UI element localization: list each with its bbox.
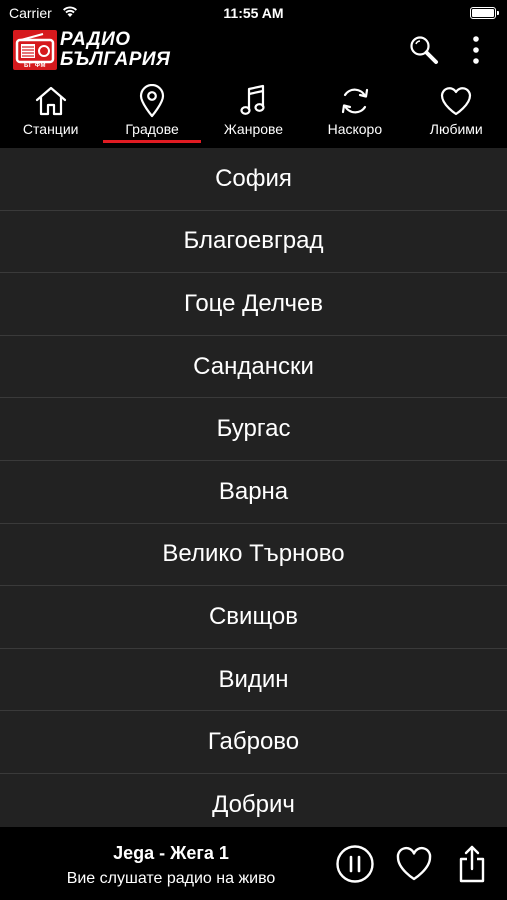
city-row-burgas[interactable]: Бургас [0,398,507,461]
city-row-gotse-delchev[interactable]: Гоце Делчев [0,273,507,336]
pause-button[interactable] [333,842,377,886]
share-icon [459,845,485,883]
tab-label: Любими [429,121,483,137]
tab-stations[interactable]: Станции [0,78,101,148]
location-pin-icon [101,84,202,118]
now-playing-subtitle: Вие слушате радио на живо [66,870,276,887]
city-row-dobrich[interactable]: Добрич [0,773,507,828]
battery-icon [470,7,499,19]
logo-line-1: РАДИО [60,29,131,50]
city-row-vidin[interactable]: Видин [0,648,507,712]
tab-label: Градове [125,121,179,137]
music-note-icon [203,84,304,118]
home-icon [0,84,101,118]
search-icon[interactable] [406,32,442,68]
city-row-veliko-tarnovo[interactable]: Велико Търново [0,523,507,587]
radio-logo-icon: БГ ФМ [13,30,57,70]
city-row-varna[interactable]: Варна [0,460,507,524]
tab-genres[interactable]: Жанрове [203,78,304,148]
status-bar: Carrier 11:55 AM [0,0,507,26]
tab-bar: Станции Градове Жанрове Наскоро Любими [0,78,507,148]
clock: 11:55 AM [223,5,284,21]
logo-line-2: БЪЛГАРИЯ [60,49,171,70]
app-header: БГ ФМ РАДИО БЪЛГАРИЯ [0,26,507,76]
logo-caption: БГ ФМ [24,63,46,69]
tab-label: Жанрове [223,121,284,137]
refresh-icon [304,84,405,118]
tab-label: Станции [22,121,79,137]
city-row-blagoevgrad[interactable]: Благоевград [0,210,507,274]
tab-cities[interactable]: Градове [101,78,202,148]
city-row-sandanski[interactable]: Сандански [0,335,507,399]
city-row-svishtov[interactable]: Свищов [0,586,507,649]
now-playing-title: Jega - Жега 1 [113,843,229,863]
heart-icon [396,846,432,881]
tab-favorites[interactable]: Любими [406,78,507,148]
app-logo-text: РАДИО БЪЛГАРИЯ [60,30,170,70]
heart-icon [406,84,507,118]
tab-recent[interactable]: Наскоро [304,78,405,148]
favorite-button[interactable] [392,842,436,886]
more-vertical-icon[interactable] [458,32,494,68]
city-row-gabrovo[interactable]: Габрово [0,711,507,774]
pause-icon [336,845,374,883]
tab-label: Наскоро [327,121,383,137]
city-row-sofia[interactable]: София [0,148,507,211]
now-playing-bar[interactable]: Jega - Жега 1 Вие слушате радио на живо [0,827,507,900]
active-tab-indicator [103,140,201,143]
share-button[interactable] [450,842,494,886]
city-list[interactable]: София Благоевград Гоце Делчев Сандански … [0,148,507,828]
